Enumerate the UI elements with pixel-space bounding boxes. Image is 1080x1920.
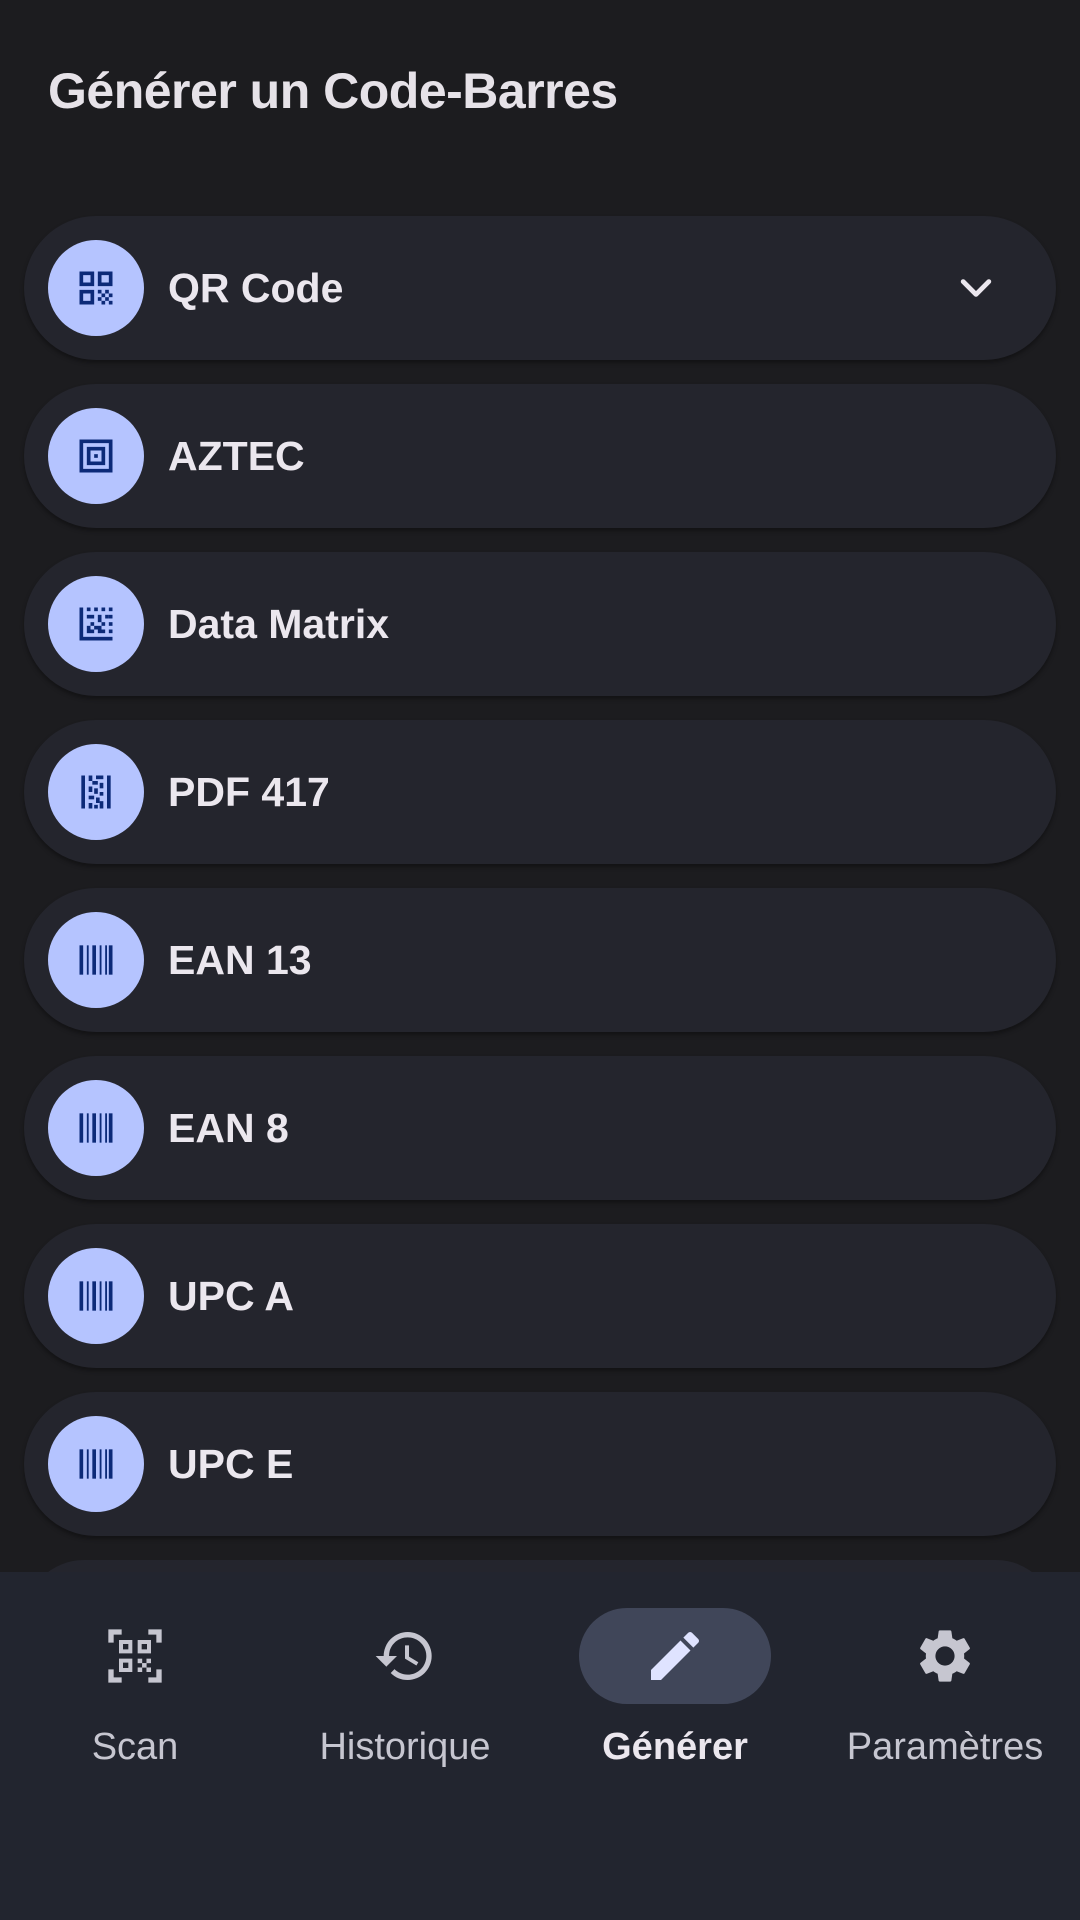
history-icon xyxy=(375,1632,432,1680)
qr-scan-icon xyxy=(108,1629,162,1683)
pdf417-icon xyxy=(48,744,144,840)
barcode-icon xyxy=(48,1416,144,1512)
barcode-type-qr-code[interactable]: QR Code xyxy=(24,216,1056,360)
nav-label: Scan xyxy=(91,1726,179,1768)
nav-label: Paramètres xyxy=(846,1726,1044,1768)
barcode-type-pdf-417[interactable]: PDF 417 xyxy=(24,720,1056,864)
nav-item-scan[interactable]: Scan xyxy=(0,1608,270,1808)
data-matrix-icon xyxy=(48,576,144,672)
nav-item-historique[interactable]: Historique xyxy=(270,1608,540,1808)
barcode-type-ean-13[interactable]: EAN 13 xyxy=(24,888,1056,1032)
nav-label: Historique xyxy=(319,1726,491,1768)
barcode-type-list: QR Code AZTEC Data Matrix PDF 417 EAN 13… xyxy=(24,216,1056,1620)
barcode-icon xyxy=(48,1080,144,1176)
edit-pencil-icon xyxy=(651,1631,700,1680)
barcode-type-label: PDF 417 xyxy=(168,768,330,815)
barcode-type-ean-8[interactable]: EAN 8 xyxy=(24,1056,1056,1200)
gear-icon xyxy=(920,1630,970,1682)
barcode-type-label: EAN 13 xyxy=(168,936,312,983)
barcode-icon xyxy=(48,1248,144,1344)
aztec-icon xyxy=(48,408,144,504)
barcode-type-label: UPC E xyxy=(168,1440,294,1487)
barcode-type-label: QR Code xyxy=(168,264,344,311)
barcode-type-aztec[interactable]: AZTEC xyxy=(24,384,1056,528)
chevron-down-icon[interactable] xyxy=(954,266,998,310)
bottom-navigation-bar: Scan Historique Générer Paramètres xyxy=(0,1572,1080,1920)
barcode-icon xyxy=(48,912,144,1008)
nav-item-parametres[interactable]: Paramètres xyxy=(810,1608,1080,1808)
page-title: Générer un Code-Barres xyxy=(48,63,618,119)
barcode-type-label: AZTEC xyxy=(168,432,305,479)
qr-code-icon xyxy=(48,240,144,336)
barcode-type-label: EAN 8 xyxy=(168,1104,289,1151)
nav-item-generer[interactable]: Générer xyxy=(540,1608,810,1808)
barcode-type-upc-a[interactable]: UPC A xyxy=(24,1224,1056,1368)
barcode-type-upc-e[interactable]: UPC E xyxy=(24,1392,1056,1536)
barcode-type-data-matrix[interactable]: Data Matrix xyxy=(24,552,1056,696)
barcode-type-label: Data Matrix xyxy=(168,600,390,647)
barcode-type-label: UPC A xyxy=(168,1272,295,1319)
nav-label: Générer xyxy=(602,1726,748,1768)
